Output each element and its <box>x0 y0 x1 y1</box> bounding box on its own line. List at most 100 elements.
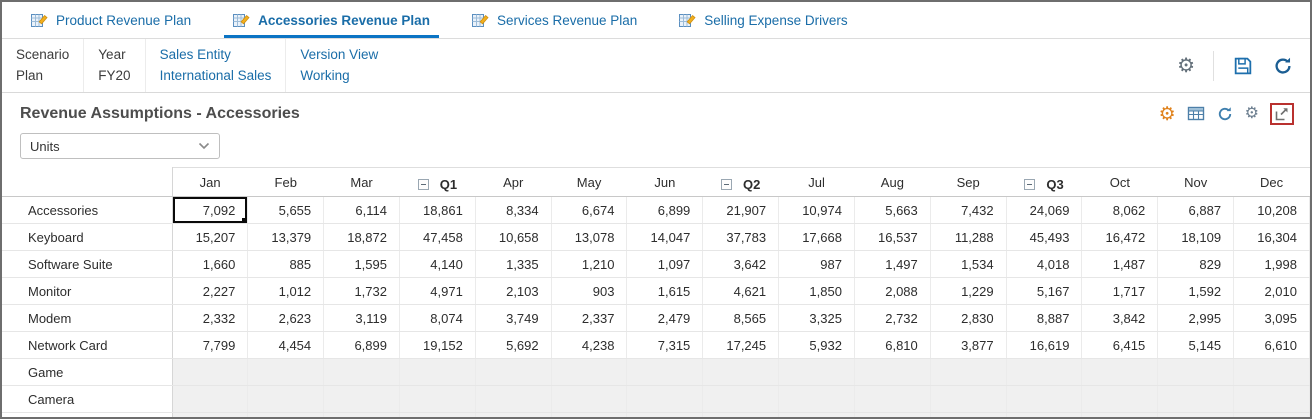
grid-cell[interactable]: 6,899 <box>626 196 704 224</box>
grid-cell[interactable]: 8,565 <box>702 304 780 332</box>
grid-cell[interactable]: 987 <box>778 250 855 278</box>
grid-cell[interactable]: 4,621 <box>702 277 780 305</box>
grid-cell[interactable]: 1,615 <box>626 277 704 305</box>
grid-cell[interactable] <box>1006 412 1083 417</box>
grid-cell[interactable]: 47,458 <box>399 223 476 251</box>
grid-cell[interactable]: 3,749 <box>475 304 552 332</box>
grid-cell[interactable]: 18,861 <box>399 196 476 224</box>
grid-cell[interactable] <box>475 412 552 417</box>
grid-cell[interactable]: 6,114 <box>323 196 400 224</box>
grid-cell[interactable]: 3,842 <box>1081 304 1159 332</box>
grid-cell[interactable] <box>1081 358 1159 386</box>
grid-cell[interactable]: 45,493 <box>1006 223 1083 251</box>
grid-cell[interactable] <box>702 412 780 417</box>
grid-cell[interactable]: 7,315 <box>626 331 704 359</box>
grid-cell[interactable]: 2,479 <box>626 304 704 332</box>
grid-cell[interactable] <box>778 412 855 417</box>
grid-cell[interactable]: 8,062 <box>1081 196 1159 224</box>
refresh-icon[interactable] <box>1216 105 1234 123</box>
tab-selling-expense-drivers[interactable]: Selling Expense Drivers <box>658 2 868 38</box>
grid-cell[interactable]: 1,732 <box>323 277 400 305</box>
grid-cell[interactable]: 7,432 <box>930 196 1007 224</box>
grid-cell[interactable] <box>1157 412 1235 417</box>
save-icon[interactable] <box>1232 55 1254 77</box>
gear-icon[interactable]: ⚙ <box>1177 56 1195 76</box>
units-dropdown[interactable]: Units <box>20 133 220 159</box>
grid-cell[interactable] <box>399 358 476 386</box>
grid-cell[interactable] <box>626 358 704 386</box>
grid-cell[interactable]: 7,799 <box>172 331 249 359</box>
grid-cell[interactable]: 829 <box>1157 250 1235 278</box>
grid-cell[interactable]: 14,047 <box>626 223 704 251</box>
grid-cell[interactable] <box>1081 412 1159 417</box>
grid-cell[interactable]: 16,472 <box>1081 223 1159 251</box>
pov-member-link[interactable]: Working <box>300 68 378 85</box>
grid-cell[interactable] <box>1081 385 1159 413</box>
grid-cell[interactable]: 1,998 <box>1233 250 1310 278</box>
grid-cell[interactable]: 10,208 <box>1233 196 1310 224</box>
grid-cell[interactable]: 24,069 <box>1006 196 1083 224</box>
grid-cell[interactable] <box>1233 358 1310 386</box>
grid-cell[interactable]: 903 <box>551 277 628 305</box>
grid-cell[interactable]: 11,288 <box>930 223 1007 251</box>
grid-cell[interactable]: 13,078 <box>551 223 628 251</box>
grid-cell[interactable]: 6,610 <box>1233 331 1310 359</box>
grid-cell[interactable]: 6,415 <box>1081 331 1159 359</box>
grid-cell[interactable]: 885 <box>247 250 325 278</box>
grid-cell[interactable]: 21,907 <box>702 196 780 224</box>
grid-cell[interactable]: 2,103 <box>475 277 552 305</box>
grid-cell[interactable] <box>854 385 931 413</box>
grid-cell[interactable]: 17,245 <box>702 331 780 359</box>
grid-cell[interactable] <box>702 385 780 413</box>
grid-cell[interactable]: 5,663 <box>854 196 931 224</box>
grid-cell[interactable]: 16,537 <box>854 223 931 251</box>
grid-cell[interactable]: 2,088 <box>854 277 931 305</box>
grid-cell[interactable]: 3,095 <box>1233 304 1310 332</box>
grid-cell[interactable] <box>172 385 249 413</box>
grid-cell[interactable]: 5,145 <box>1157 331 1235 359</box>
grid-cell[interactable] <box>399 412 476 417</box>
grid-cell[interactable]: 2,623 <box>247 304 325 332</box>
grid-cell[interactable]: 4,140 <box>399 250 476 278</box>
maximize-icon[interactable] <box>1270 103 1294 125</box>
grid-cell[interactable]: 7,092 <box>172 196 249 224</box>
settings-gear-icon[interactable]: ⚙ <box>1245 106 1259 122</box>
grid-cell[interactable]: 4,018 <box>1006 250 1083 278</box>
grid-cell[interactable]: 1,497 <box>854 250 931 278</box>
grid-cell[interactable] <box>475 385 552 413</box>
grid-cell[interactable]: 1,660 <box>172 250 249 278</box>
grid-cell[interactable]: 18,872 <box>323 223 400 251</box>
grid-cell[interactable]: 1,595 <box>323 250 400 278</box>
grid-cell[interactable] <box>1006 385 1083 413</box>
grid-cell[interactable] <box>1233 385 1310 413</box>
grid-cell[interactable]: 6,899 <box>323 331 400 359</box>
grid-cell[interactable]: 5,655 <box>247 196 325 224</box>
grid-cell[interactable] <box>172 358 249 386</box>
grid-cell[interactable]: 10,658 <box>475 223 552 251</box>
grid-cell[interactable]: 8,887 <box>1006 304 1083 332</box>
grid-cell[interactable]: 19,152 <box>399 331 476 359</box>
grid-cell[interactable] <box>1157 385 1235 413</box>
grid-cell[interactable]: 2,830 <box>930 304 1007 332</box>
grid-cell[interactable]: 3,877 <box>930 331 1007 359</box>
pov-member-link[interactable]: International Sales <box>160 68 272 85</box>
grid-cell[interactable]: 6,674 <box>551 196 628 224</box>
grid-cell[interactable] <box>247 358 325 386</box>
grid-cell[interactable]: 3,642 <box>702 250 780 278</box>
grid-cell[interactable] <box>626 385 704 413</box>
grid-cell[interactable] <box>475 358 552 386</box>
collapse-icon[interactable] <box>417 178 429 190</box>
grid-cell[interactable] <box>778 358 855 386</box>
grid-cell[interactable]: 3,325 <box>778 304 855 332</box>
grid-cell[interactable]: 16,619 <box>1006 331 1083 359</box>
refresh-icon[interactable] <box>1272 55 1294 77</box>
grid-cell[interactable]: 2,010 <box>1233 277 1310 305</box>
grid-cell[interactable] <box>323 412 400 417</box>
grid-cell[interactable] <box>854 412 931 417</box>
grid-cell[interactable]: 2,227 <box>172 277 249 305</box>
grid-cell[interactable]: 4,971 <box>399 277 476 305</box>
grid-cell[interactable] <box>172 412 249 417</box>
grid-cell[interactable]: 13,379 <box>247 223 325 251</box>
grid-cell[interactable]: 16,304 <box>1233 223 1310 251</box>
grid-cell[interactable]: 1,097 <box>626 250 704 278</box>
